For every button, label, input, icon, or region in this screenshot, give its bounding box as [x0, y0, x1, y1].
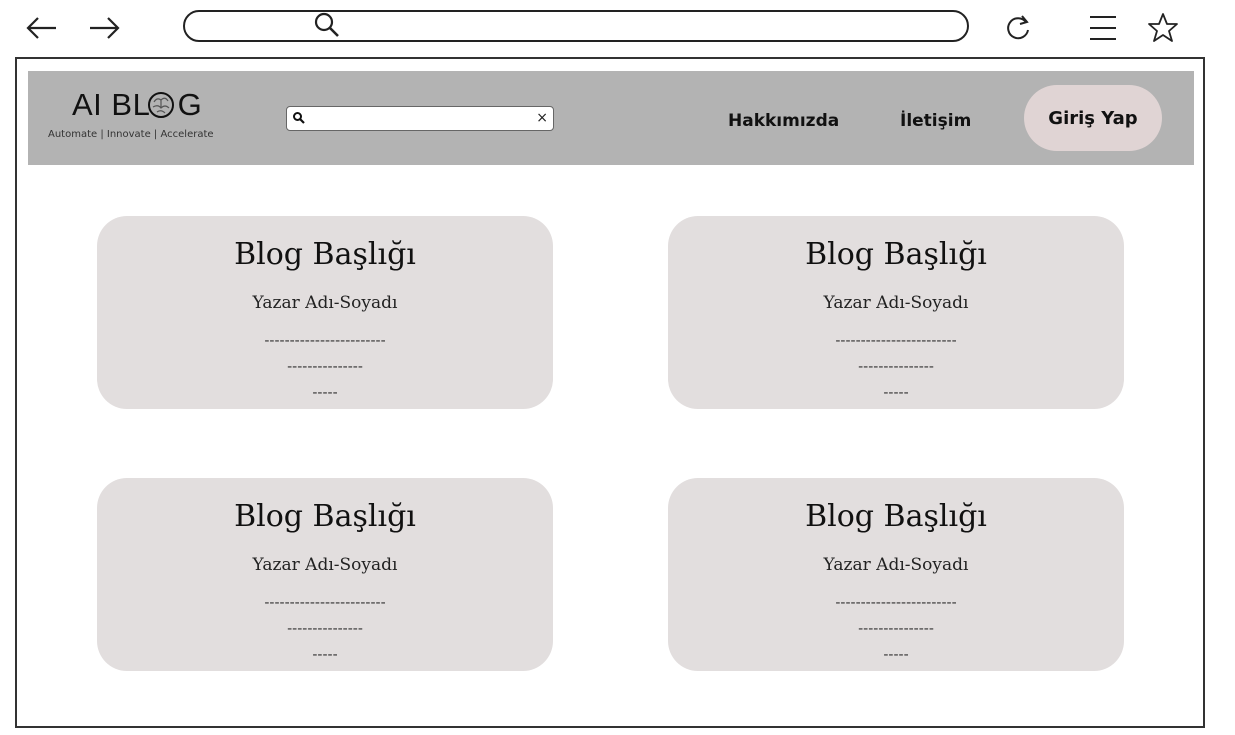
blog-author: Yazar Adı-Soyadı [823, 293, 969, 313]
blog-author: Yazar Adı-Soyadı [252, 555, 398, 575]
site-search: × [286, 106, 554, 131]
nav-link-about[interactable]: Hakkımızda [728, 111, 839, 131]
browser-toolbar [0, 0, 1235, 56]
login-button[interactable]: Giriş Yap [1024, 85, 1162, 151]
blog-excerpt-line: ------------------------ [264, 333, 386, 349]
blog-excerpt-line: ----- [883, 385, 909, 401]
logo-tagline: Automate | Innovate | Accelerate [48, 129, 214, 140]
blog-title: Blog Başlığı [805, 499, 987, 534]
site-header: AI BL G Automate | Innovate | Accelerate… [28, 71, 1194, 165]
blog-excerpt-line: ----- [883, 647, 909, 663]
star-icon [1148, 13, 1178, 42]
blog-excerpt-line: ------------------------ [835, 333, 957, 349]
blog-excerpt-line: --------------- [858, 621, 934, 637]
arrow-left-icon [26, 17, 56, 39]
menu-button[interactable] [1083, 8, 1123, 48]
blog-title: Blog Başlığı [234, 237, 416, 272]
blog-card[interactable]: Blog Başlığı Yazar Adı-Soyadı ----------… [97, 216, 553, 409]
blog-title: Blog Başlığı [234, 499, 416, 534]
forward-button[interactable] [84, 8, 124, 48]
back-button[interactable] [22, 8, 62, 48]
hamburger-menu-icon [1090, 16, 1116, 40]
reload-button[interactable] [998, 8, 1038, 48]
search-input[interactable] [311, 109, 511, 128]
blog-author: Yazar Adı-Soyadı [252, 293, 398, 313]
clear-search-button[interactable]: × [536, 109, 548, 128]
search-icon [293, 112, 305, 124]
reload-icon [1007, 15, 1029, 40]
blog-excerpt-line: --------------- [858, 359, 934, 375]
blog-excerpt-line: ----- [312, 647, 338, 663]
bookmark-button[interactable] [1143, 8, 1183, 48]
nav-link-contact[interactable]: İletişim [900, 111, 971, 131]
logo-title: AI BL G [72, 87, 203, 122]
blog-card[interactable]: Blog Başlığı Yazar Adı-Soyadı ----------… [668, 216, 1124, 409]
blog-excerpt-line: ------------------------ [264, 595, 386, 611]
blog-card[interactable]: Blog Başlığı Yazar Adı-Soyadı ----------… [668, 478, 1124, 671]
blog-author: Yazar Adı-Soyadı [823, 555, 969, 575]
address-bar[interactable] [183, 10, 969, 42]
blog-excerpt-line: --------------- [287, 621, 363, 637]
blog-card[interactable]: Blog Başlığı Yazar Adı-Soyadı ----------… [97, 478, 553, 671]
blog-excerpt-line: --------------- [287, 359, 363, 375]
search-icon [314, 12, 339, 37]
blog-title: Blog Başlığı [805, 237, 987, 272]
blog-excerpt-line: ----- [312, 385, 338, 401]
blog-excerpt-line: ------------------------ [835, 595, 957, 611]
arrow-right-icon [90, 17, 120, 39]
brain-icon [148, 92, 174, 118]
site-logo[interactable]: AI BL G Automate | Innovate | Accelerate [48, 87, 268, 151]
page-viewport: AI BL G Automate | Innovate | Accelerate… [15, 57, 1205, 728]
